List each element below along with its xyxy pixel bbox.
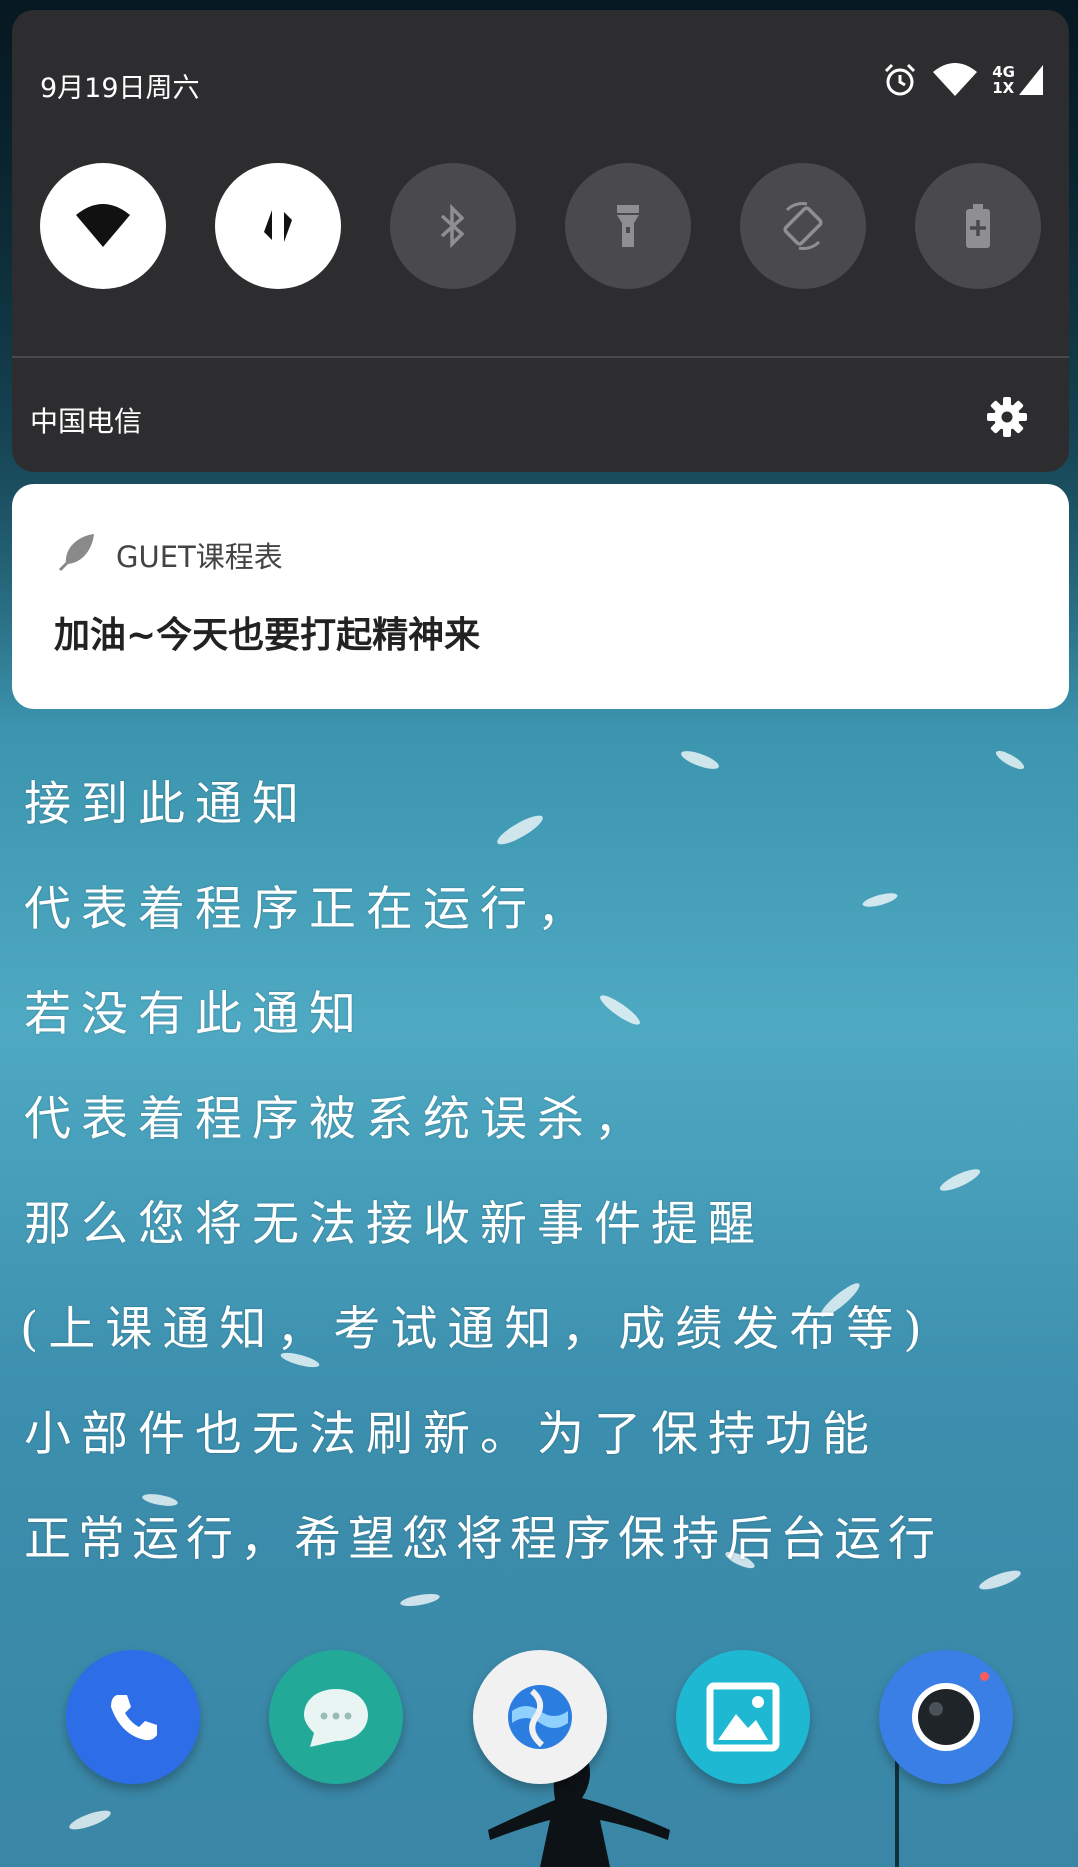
tile-battery-saver[interactable] xyxy=(915,163,1041,289)
rotate-icon xyxy=(783,202,823,250)
status-icons: 4G 1X xyxy=(882,62,1045,98)
message-line: 正常运行，希望您将程序保持后台运行 xyxy=(24,1512,942,1567)
wifi-signal-icon xyxy=(933,63,978,96)
settings-gear-icon[interactable] xyxy=(985,395,1029,439)
feather-icon xyxy=(58,534,94,572)
camera-indicator-dot xyxy=(980,1672,989,1681)
message-line: (上课通知，考试通知，成绩发布等) xyxy=(20,1302,932,1357)
tile-wifi[interactable] xyxy=(40,163,166,289)
tile-flashlight[interactable] xyxy=(565,163,691,289)
alarm-icon xyxy=(885,63,916,96)
data-arrows-icon xyxy=(264,210,292,242)
network-type-top: 4G xyxy=(992,63,1015,81)
wallpaper-message: 接到此通知 代表着程序正在运行， 若没有此通知 代表着程序被系统误杀， 那么您将… xyxy=(20,775,1074,1615)
bluetooth-icon xyxy=(440,204,465,248)
tile-auto-rotate[interactable] xyxy=(740,163,866,289)
notification-app-name: GUET课程表 xyxy=(116,540,283,574)
cell-signal-icon xyxy=(1019,65,1043,95)
browser-app[interactable] xyxy=(473,1650,607,1784)
flashlight-icon xyxy=(617,205,639,247)
message-bubble-icon xyxy=(304,1689,368,1747)
quick-tiles xyxy=(40,163,1060,289)
tile-bluetooth[interactable] xyxy=(390,163,516,289)
message-line: 小部件也无法刷新。为了保持功能 xyxy=(24,1407,879,1462)
camera-lens-icon xyxy=(912,1683,980,1751)
gallery-app[interactable] xyxy=(676,1650,810,1784)
camera-app[interactable] xyxy=(879,1650,1013,1784)
qs-divider xyxy=(12,356,1069,358)
notification-card[interactable]: GUET课程表 加油~今天也要打起精神来 xyxy=(12,484,1069,709)
status-bar: 9月19日周六 4G 1X xyxy=(28,58,1053,108)
gallery-icon xyxy=(706,1682,780,1752)
quick-settings-panel: 9月19日周六 4G 1X 中国电信 xyxy=(12,10,1069,472)
notification-message: 加油~今天也要打起精神来 xyxy=(54,615,481,656)
wifi-icon xyxy=(76,204,130,247)
cellular-status: 4G 1X xyxy=(992,63,1045,97)
date-text: 9月19日周六 xyxy=(40,73,200,104)
message-line: 代表着程序被系统误杀， xyxy=(24,1092,651,1147)
phone-icon xyxy=(111,1695,157,1741)
message-line: 代表着程序正在运行， xyxy=(24,882,594,937)
phone-app[interactable] xyxy=(66,1650,200,1784)
browser-icon xyxy=(508,1685,572,1749)
tile-mobile-data[interactable] xyxy=(215,163,341,289)
app-dock xyxy=(66,1650,1016,1784)
message-line: 接到此通知 xyxy=(24,777,309,832)
messages-app[interactable] xyxy=(269,1650,403,1784)
message-line: 若没有此通知 xyxy=(24,987,366,1042)
network-type-bottom: 1X xyxy=(992,79,1015,97)
battery-saver-icon xyxy=(966,204,990,248)
message-line: 那么您将无法接收新事件提醒 xyxy=(24,1197,765,1252)
carrier-label: 中国电信 xyxy=(30,405,143,438)
